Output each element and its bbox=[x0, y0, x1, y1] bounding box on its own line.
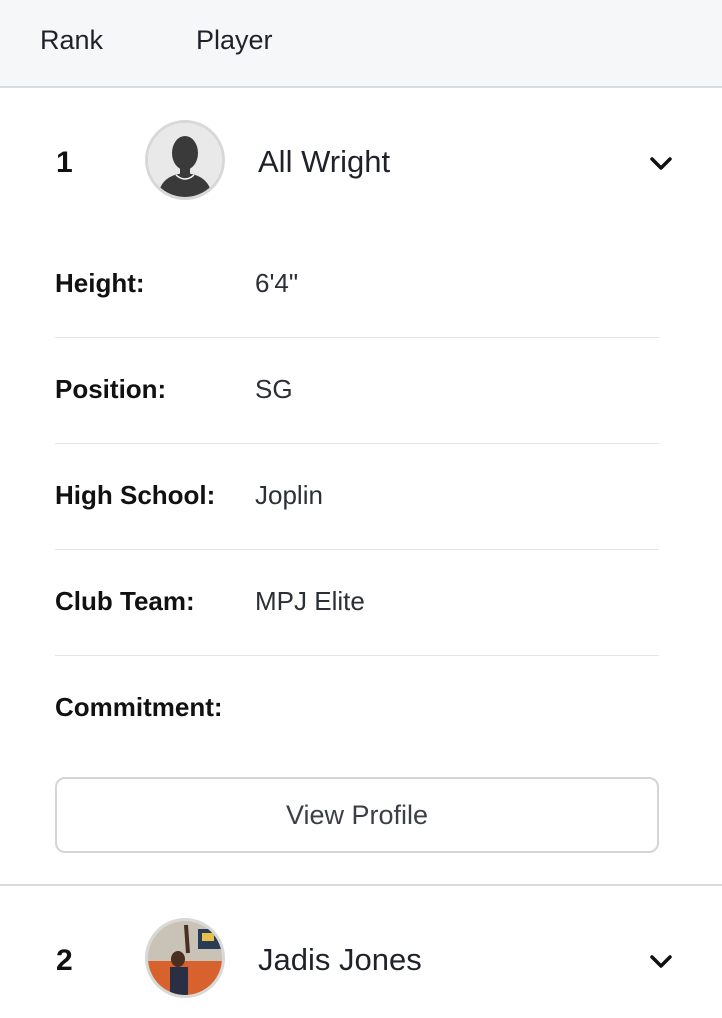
player-row-1[interactable]: 1 All Wright bbox=[0, 100, 722, 220]
avatar bbox=[145, 120, 225, 200]
detail-row-position: Position: SG bbox=[55, 338, 659, 444]
player-details: Height: 6'4" Position: SG High School: J… bbox=[55, 232, 659, 736]
detail-row-height: Height: 6'4" bbox=[55, 232, 659, 338]
detail-value: SG bbox=[255, 374, 293, 404]
detail-label: Position: bbox=[55, 374, 167, 404]
chevron-down-icon[interactable] bbox=[648, 150, 674, 176]
view-profile-button[interactable]: View Profile bbox=[55, 777, 659, 853]
player-photo-icon bbox=[148, 921, 222, 995]
rank-number: 2 bbox=[56, 944, 73, 977]
player-column-header: Player bbox=[196, 25, 273, 55]
detail-value: Joplin bbox=[255, 480, 323, 510]
player-row-2[interactable]: 2 Jadis Jones bbox=[0, 898, 722, 1018]
rank-column-header: Rank bbox=[40, 25, 104, 55]
detail-label: Commitment: bbox=[55, 692, 223, 722]
table-header: Rank Player bbox=[0, 0, 722, 88]
detail-label: High School: bbox=[55, 480, 216, 510]
detail-row-club-team: Club Team: MPJ Elite bbox=[55, 550, 659, 656]
player-name[interactable]: All Wright bbox=[258, 144, 390, 180]
chevron-down-icon[interactable] bbox=[648, 948, 674, 974]
default-avatar-icon bbox=[148, 123, 222, 197]
detail-label: Height: bbox=[55, 268, 145, 298]
avatar bbox=[145, 918, 225, 998]
rank-number: 1 bbox=[56, 146, 73, 179]
detail-row-commitment: Commitment: bbox=[55, 656, 659, 736]
detail-value: MPJ Elite bbox=[255, 586, 365, 616]
detail-label: Club Team: bbox=[55, 586, 195, 616]
player-name[interactable]: Jadis Jones bbox=[258, 942, 422, 978]
detail-value: 6'4" bbox=[255, 268, 299, 298]
detail-row-high-school: High School: Joplin bbox=[55, 444, 659, 550]
row-divider bbox=[0, 884, 722, 886]
